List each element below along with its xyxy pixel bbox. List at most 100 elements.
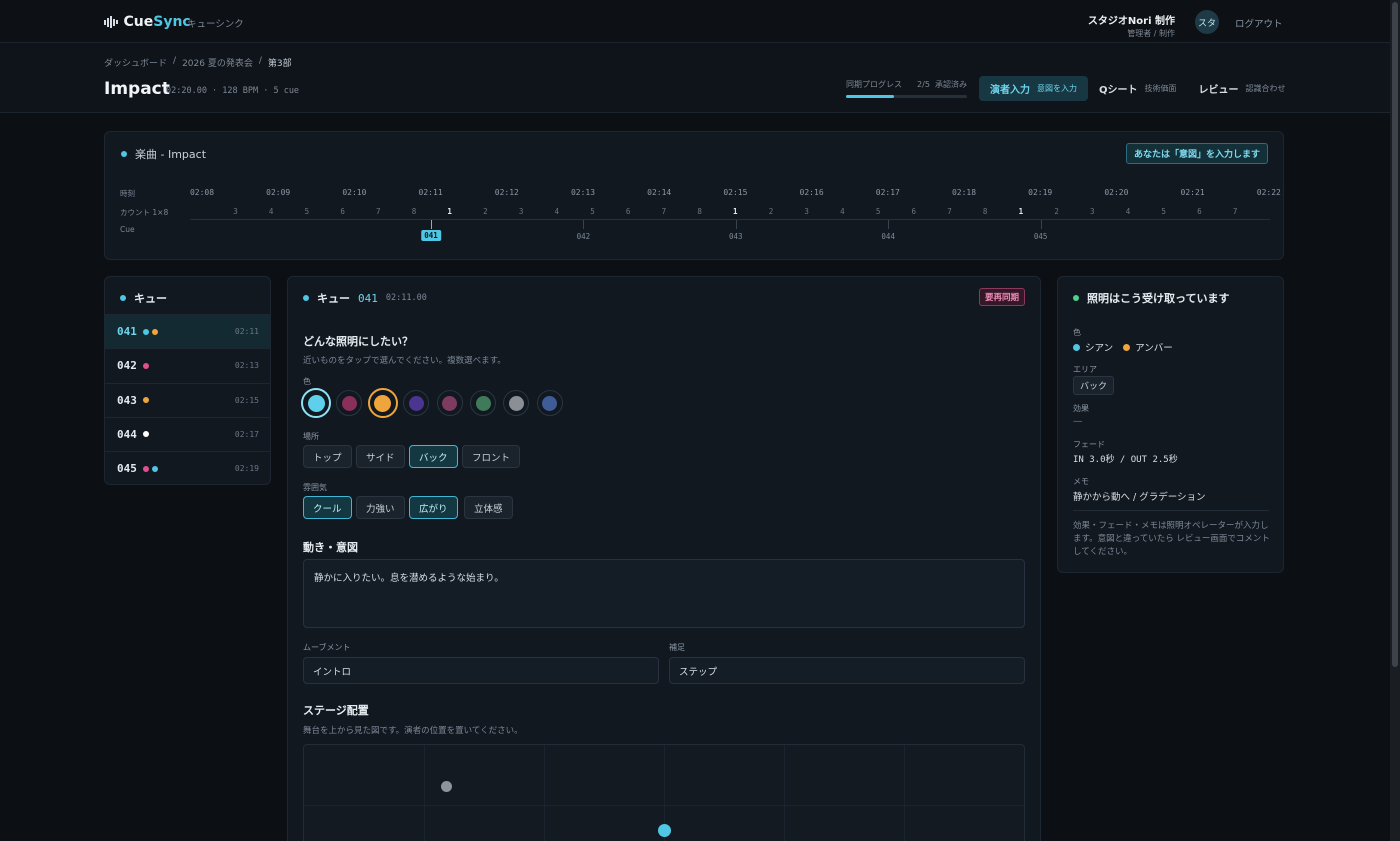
timeline-axis	[190, 219, 1270, 220]
areas-chip[interactable]: サイド	[356, 445, 405, 468]
performer-marker[interactable]	[441, 781, 452, 792]
movement-input[interactable]: イントロ	[303, 657, 659, 684]
timeline-cue-mark[interactable]	[888, 220, 890, 229]
color-dot-icon	[143, 465, 149, 472]
timeline-time-label: 02:12	[494, 188, 519, 197]
moods-chip[interactable]: 立体感	[464, 496, 513, 519]
top-bar: CueSync キューシンク スタジオNori 制作 管理者 / 制作 スタ ロ…	[0, 0, 1390, 43]
receive-fade-value: IN 3.0秒 / OUT 2.5秒	[1073, 455, 1178, 465]
area-label: 場所	[303, 432, 319, 441]
timeline-count-label: 6	[1197, 207, 1202, 216]
timeline-count-label: 7	[1232, 207, 1238, 216]
timeline-time-label: 02:21	[1180, 188, 1205, 197]
timeline-count-label: 8	[411, 207, 417, 216]
intent-textarea[interactable]: 静かに入りたい。息を潜めるような始まり。	[303, 559, 1025, 628]
avatar[interactable]: スタ	[1195, 10, 1219, 34]
color-swatch-blue[interactable]	[536, 390, 563, 416]
areas-chip[interactable]: トップ	[303, 445, 352, 468]
timeline-count-label: 6	[625, 207, 631, 216]
timeline-time-label: 02:11	[418, 188, 443, 197]
color-swatch-purple[interactable]	[403, 390, 430, 416]
color-swatch-magenta[interactable]	[336, 390, 363, 416]
song-meta: 02:20.00 · 128 BPM · 5 cue	[166, 86, 300, 96]
breadcrumb-event[interactable]: 2026 夏の発表会	[182, 56, 253, 69]
cue-time: 02:11	[234, 327, 259, 336]
tab-q-sheet[interactable]: Qシート 技術価面	[1088, 76, 1188, 101]
cyan-swatch-icon	[1073, 343, 1080, 351]
role-badge: あなたは「意図」を入力します	[1125, 143, 1268, 164]
receive-title: 照明はこう受け取っています	[1073, 290, 1229, 306]
cue-list-item[interactable]: 045 02:19	[105, 451, 270, 484]
timeline-count-label: 8	[697, 207, 702, 216]
studio-name: スタジオNori 制作	[1087, 16, 1175, 27]
breadcrumb-separator: /	[173, 56, 177, 66]
tab-performer-input[interactable]: 演者入力 意図を入力	[979, 76, 1088, 101]
areas-chip[interactable]: バック	[409, 445, 458, 468]
stage-hint: 舞台を上から見た図です。演者の位置を置いてください。	[303, 726, 523, 736]
stage-plot[interactable]	[303, 744, 1025, 841]
timeline-cue-label[interactable]: 045	[1034, 232, 1048, 241]
status-dot	[303, 295, 309, 301]
timeline-cue-label[interactable]: 041	[421, 230, 441, 241]
color-swatch-gray[interactable]	[503, 390, 530, 416]
logo[interactable]: CueSync	[104, 14, 191, 30]
performer-marker[interactable]	[658, 824, 671, 837]
timeline-cue-mark[interactable]	[735, 220, 737, 229]
breadcrumb-dashboard[interactable]: ダッシュボード	[104, 56, 167, 69]
receive-effect-value: —	[1073, 416, 1083, 427]
timeline-count-label: 4	[268, 207, 274, 216]
timeline-count-label: 1	[447, 207, 452, 216]
areas-chip[interactable]: フロント	[462, 445, 521, 468]
timeline-cue-label[interactable]: 044	[881, 232, 895, 241]
timeline-count-label: 7	[661, 207, 667, 216]
cue-list-item[interactable]: 041 02:11	[105, 314, 270, 348]
extra-input[interactable]: ステップ	[669, 657, 1025, 684]
cue-row-label: Cue	[120, 225, 135, 234]
cue-number: 045	[117, 462, 137, 476]
timeline-cue-mark[interactable]	[583, 220, 585, 229]
timeline-time-label: 02:22	[1256, 188, 1281, 197]
user-role: 管理者 / 制作	[1127, 29, 1175, 38]
timeline-count-label: 8	[982, 207, 988, 216]
sync-progress: 同期プログレス 2/5 承認済み	[846, 79, 967, 98]
cue-list-item[interactable]: 043 02:15	[105, 382, 270, 417]
breadcrumb: ダッシュボード / 2026 夏の発表会 / 第3部	[104, 56, 292, 69]
receive-area-label: エリア	[1073, 365, 1097, 374]
timeline-time-label: 02:16	[799, 188, 824, 197]
cue-list-item[interactable]: 042 02:13	[105, 348, 270, 382]
page-header: ダッシュボード / 2026 夏の発表会 / 第3部 Impact 02:20.…	[0, 43, 1390, 113]
cue-time: 02:17	[234, 429, 259, 439]
moods-chip[interactable]: 広がり	[409, 496, 458, 519]
page-title: Impact	[104, 79, 170, 99]
cue-number: 043	[117, 393, 137, 407]
receive-memo-label: メモ	[1073, 477, 1089, 486]
tab-review[interactable]: レビュー 認識合わせ	[1188, 76, 1297, 101]
color-dot-icon	[143, 328, 149, 335]
moods-chip[interactable]: 力強い	[356, 496, 405, 519]
timeline-time-label: 02:15	[723, 188, 748, 197]
sync-label: 同期プログレス	[846, 80, 902, 89]
extra-label: 補足	[669, 643, 685, 652]
status-dot	[121, 151, 127, 157]
timeline-count-label: 2	[768, 207, 774, 216]
color-swatch-rose[interactable]	[436, 390, 463, 416]
moods-chip[interactable]: クール	[303, 496, 352, 519]
logout-link[interactable]: ログアウト	[1235, 16, 1283, 30]
timeline-count-label: 4	[554, 207, 560, 216]
timeline-cue-mark[interactable]	[1040, 220, 1042, 229]
color-swatch-green[interactable]	[470, 390, 496, 416]
timeline-title: 楽曲 - Impact	[121, 146, 206, 162]
cue-list-item[interactable]: 044 02:17	[105, 416, 270, 451]
editor-title: キュー 041 02:11.00	[303, 290, 427, 306]
timeline-cue-mark[interactable]	[431, 220, 432, 229]
timeline-cue-label[interactable]: 043	[729, 232, 743, 241]
intent-title: 動き・意図	[303, 541, 358, 554]
timeline-count-label: 7	[376, 207, 381, 216]
color-swatch-cyan[interactable]	[301, 388, 331, 418]
cue-time: 02:15	[234, 395, 259, 405]
timeline-count-label: 5	[1161, 207, 1166, 216]
color-swatch-amber[interactable]	[367, 388, 398, 418]
timeline-count-label: 3	[804, 207, 809, 216]
timeline-cue-label[interactable]: 042	[577, 232, 591, 241]
page-scrollbar[interactable]	[1390, 0, 1400, 841]
